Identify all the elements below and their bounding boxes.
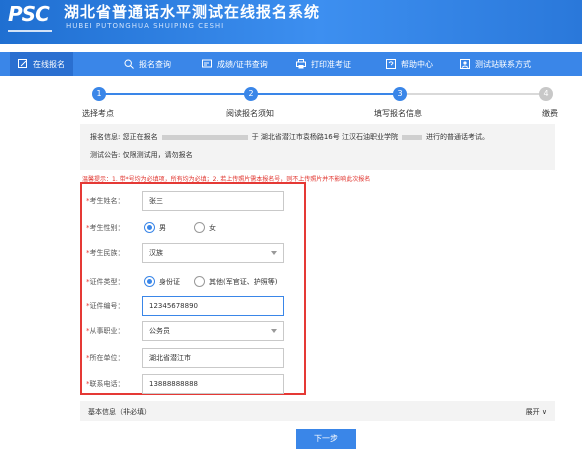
- id-type-idcard-label: 身份证: [159, 278, 180, 286]
- signup-info-box: 报名信息: 您正在报名 于 湖北省潜江市袁杨路16号 江汉石油职业学院 进行的普通话…: [80, 124, 555, 170]
- nav-label: 帮助中心: [401, 59, 433, 69]
- ethnicity-select[interactable]: 汉族: [142, 243, 284, 263]
- certificate-icon: [202, 59, 212, 68]
- step-3-dot: 3: [393, 87, 407, 101]
- signup-info-line: 报名信息: 您正在报名 于 湖北省潜江市袁杨路16号 江汉石油职业学院 进行的普通话…: [90, 128, 545, 146]
- next-step-button[interactable]: 下一步: [296, 429, 356, 449]
- search-icon: [124, 59, 134, 69]
- name-input[interactable]: 张三: [142, 191, 284, 211]
- step-1-label: 选择考点: [82, 109, 114, 118]
- nav-item-score-query[interactable]: 成绩/证书查询: [202, 52, 268, 76]
- phone-input[interactable]: 13888888888: [142, 374, 284, 394]
- id-number-input[interactable]: 12345678890: [142, 296, 284, 316]
- help-icon: [386, 59, 396, 69]
- progress-steps: 1 2 3 4 选择考点 阅读报名须知 填写报名信息 缴费: [0, 84, 582, 120]
- redacted-text: [161, 134, 248, 140]
- test-notice: 测试公告: 仅限测试用，请勿报名: [90, 151, 193, 159]
- gender-male-label: 男: [159, 224, 166, 232]
- form-row-name: *考生姓名： 张三: [82, 191, 304, 211]
- id-type-label: *证件类型：: [86, 278, 125, 286]
- form-row-id-number: *证件编号： 12345678890: [82, 296, 304, 316]
- step-3-label: 填写报名信息: [374, 109, 422, 118]
- expand-toggle[interactable]: 展开 ∨: [526, 407, 547, 417]
- gender-label: *考生性别：: [86, 224, 125, 232]
- nav-label: 报名查询: [139, 59, 171, 69]
- step-2-dot: 2: [244, 87, 258, 101]
- form-row-ethnicity: *考生民族： 汉族: [82, 243, 304, 263]
- id-type-idcard-radio[interactable]: [144, 276, 155, 287]
- ethnicity-label: *考生民族：: [86, 249, 125, 257]
- form-row-id-type: *证件类型： 身份证 其他(军官证、护照等): [82, 272, 304, 292]
- system-title: 湖北省普通话水平测试在线报名系统: [64, 3, 321, 21]
- contact-icon: [460, 59, 470, 69]
- form-row-employer: *所在单位： 湖北省潜江市: [82, 348, 304, 368]
- optional-info-bar[interactable]: 基本信息（非必填） 展开 ∨: [80, 401, 555, 421]
- id-type-other-radio[interactable]: [194, 276, 205, 287]
- optional-info-label: 基本信息（非必填）: [88, 408, 151, 416]
- main-nav: 在线报名 报名查询 成绩/证书查询 打印准考证 帮助中心 测试站联系方式: [0, 52, 582, 76]
- nav-label: 打印准考证: [311, 59, 351, 69]
- info-location: 湖北省潜江市袁杨路16号 江汉石油职业学院: [260, 133, 398, 141]
- nav-item-signup-query[interactable]: 报名查询: [124, 52, 171, 76]
- app-header: PSC 湖北省普通话水平测试在线报名系统 HUBEI PUTONGHUA SHU…: [0, 0, 582, 44]
- info-mid: 于: [251, 133, 259, 141]
- nav-label: 在线报名: [33, 59, 65, 69]
- redacted-text: [401, 134, 422, 140]
- info-prefix: 报名信息: 您正在报名: [90, 133, 158, 141]
- edit-icon: [18, 59, 27, 68]
- gender-female-label: 女: [209, 224, 216, 232]
- step-1-dot: 1: [92, 87, 106, 101]
- nav-item-contact[interactable]: 测试站联系方式: [460, 52, 531, 76]
- gender-male-radio[interactable]: [144, 222, 155, 233]
- occupation-select[interactable]: 公务员: [142, 321, 284, 341]
- gender-female-radio[interactable]: [194, 222, 205, 233]
- occupation-label: *从事职业：: [86, 327, 125, 335]
- employer-input[interactable]: 湖北省潜江市: [142, 348, 284, 368]
- step-4-dot: 4: [539, 87, 553, 101]
- chevron-down-icon: [271, 329, 277, 333]
- step-2-label: 阅读报名须知: [226, 109, 274, 118]
- id-number-label: *证件编号：: [86, 302, 125, 310]
- ethnicity-value: 汉族: [149, 249, 163, 257]
- system-subtitle: HUBEI PUTONGHUA SHUIPING CESHI: [66, 22, 225, 30]
- logo-underline: [8, 30, 52, 32]
- info-end: 进行的普通话考试。: [425, 133, 489, 141]
- signup-form: *考生姓名： 张三 *考生性别： 男 女 *考生民族： 汉族 *证件类型： 身份…: [80, 182, 306, 395]
- nav-label: 成绩/证书查询: [217, 59, 268, 69]
- nav-item-online-signup[interactable]: 在线报名: [10, 52, 73, 76]
- nav-label: 测试站联系方式: [475, 59, 531, 69]
- form-row-gender: *考生性别： 男 女: [82, 218, 304, 238]
- form-row-occupation: *从事职业： 公务员: [82, 321, 304, 341]
- name-label: *考生姓名：: [86, 197, 125, 205]
- nav-item-help-center[interactable]: 帮助中心: [386, 52, 433, 76]
- nav-item-print-ticket[interactable]: 打印准考证: [296, 52, 351, 76]
- employer-label: *所在单位：: [86, 354, 125, 362]
- step-4-label: 缴费: [542, 109, 558, 118]
- phone-label: *联系电话：: [86, 380, 125, 388]
- printer-icon: [296, 59, 306, 69]
- id-type-other-label: 其他(军官证、护照等): [209, 278, 278, 286]
- occupation-value: 公务员: [149, 327, 170, 335]
- step-line-pending: [400, 93, 546, 95]
- psc-logo: PSC: [8, 2, 50, 26]
- chevron-down-icon: [271, 251, 277, 255]
- form-row-phone: *联系电话： 13888888888: [82, 374, 304, 394]
